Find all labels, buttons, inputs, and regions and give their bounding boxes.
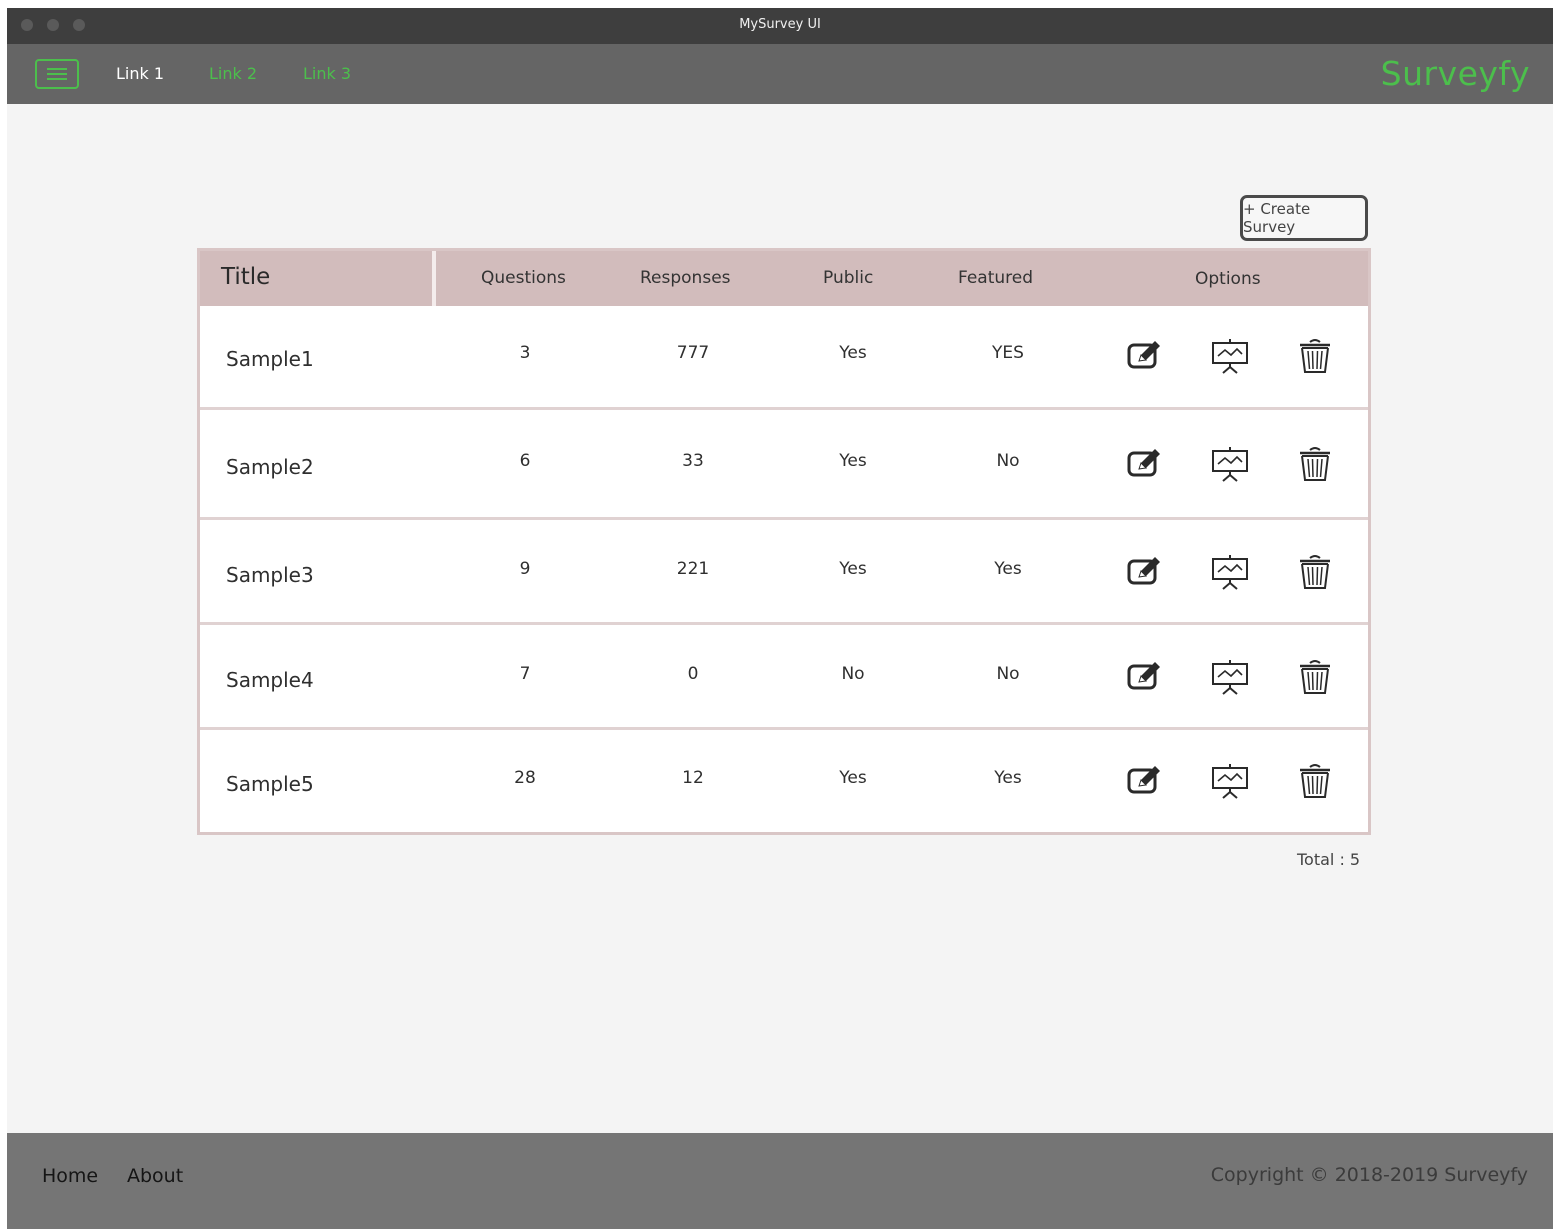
brand-logo[interactable]: Surveyfy [1381, 54, 1530, 93]
questions-cell: 3 [519, 343, 531, 363]
nav-link-2[interactable]: Link 2 [209, 64, 257, 83]
window-title: MySurvey UI [739, 17, 821, 32]
app-window: MySurvey UI Link 1 Link 2 Link 3 Surveyf… [7, 8, 1553, 1229]
public-cell: No [841, 664, 865, 684]
presentation-chart-icon[interactable] [1210, 761, 1250, 801]
table-row: Sample5 28 12 Yes Yes [200, 727, 1368, 831]
header-divider [432, 251, 436, 306]
edit-icon[interactable] [1125, 761, 1165, 801]
survey-title-cell: Sample5 [226, 772, 314, 796]
presentation-chart-icon[interactable] [1210, 552, 1250, 592]
responses-cell: 221 [676, 559, 710, 579]
questions-cell: 9 [519, 559, 531, 579]
table-row: Sample1 3 777 Yes YES [200, 306, 1368, 407]
survey-title-cell: Sample4 [226, 668, 314, 692]
header-featured: Featured [958, 268, 1034, 288]
hamburger-icon[interactable] [35, 59, 79, 89]
edit-icon[interactable] [1125, 657, 1165, 697]
header-title: Title [221, 264, 271, 290]
table-row: Sample3 9 221 Yes Yes [200, 517, 1368, 622]
survey-title-cell: Sample3 [226, 563, 314, 587]
public-cell: Yes [839, 768, 867, 788]
create-survey-button[interactable]: + Create Survey [1240, 195, 1368, 241]
presentation-chart-icon[interactable] [1210, 444, 1250, 484]
edit-icon[interactable] [1125, 336, 1165, 376]
footer-home-link[interactable]: Home [42, 1165, 98, 1187]
trash-icon[interactable] [1295, 444, 1335, 484]
responses-cell: 0 [687, 664, 699, 684]
nav-link-3[interactable]: Link 3 [303, 64, 351, 83]
public-cell: Yes [839, 343, 867, 363]
featured-cell: Yes [994, 559, 1022, 579]
featured-cell: YES [992, 343, 1024, 363]
surveys-table: Title Questions Responses Public Feature… [197, 248, 1371, 835]
trash-icon[interactable] [1295, 552, 1335, 592]
header-public: Public [823, 268, 874, 288]
footer: Home About Copyright © 2018-2019 Surveyf… [7, 1133, 1553, 1229]
questions-cell: 7 [519, 664, 531, 684]
questions-cell: 6 [519, 451, 531, 471]
public-cell: Yes [839, 559, 867, 579]
presentation-chart-icon[interactable] [1210, 657, 1250, 697]
nav-link-1[interactable]: Link 1 [116, 64, 164, 83]
public-cell: Yes [839, 451, 867, 471]
survey-title-cell: Sample2 [226, 455, 314, 479]
featured-cell: Yes [994, 768, 1022, 788]
responses-cell: 777 [676, 343, 710, 363]
table-header: Title Questions Responses Public Feature… [200, 251, 1368, 306]
trash-icon[interactable] [1295, 761, 1335, 801]
edit-icon[interactable] [1125, 552, 1165, 592]
featured-cell: No [996, 451, 1020, 471]
window-titlebar: MySurvey UI [7, 8, 1553, 44]
questions-cell: 28 [514, 768, 536, 788]
total-count: Total : 5 [1297, 850, 1361, 869]
trash-icon[interactable] [1295, 657, 1335, 697]
table-row: Sample2 6 33 Yes No [200, 407, 1368, 517]
header-questions: Questions [481, 268, 566, 288]
header-responses: Responses [640, 268, 731, 288]
footer-about-link[interactable]: About [127, 1165, 183, 1187]
presentation-chart-icon[interactable] [1210, 336, 1250, 376]
survey-title-cell: Sample1 [226, 347, 314, 371]
featured-cell: No [996, 664, 1020, 684]
trash-icon[interactable] [1295, 336, 1335, 376]
copyright-text: Copyright © 2018-2019 Surveyfy [1210, 1164, 1528, 1186]
responses-cell: 33 [682, 451, 704, 471]
table-row: Sample4 7 0 No No [200, 622, 1368, 727]
responses-cell: 12 [682, 768, 704, 788]
top-navbar: Link 1 Link 2 Link 3 Surveyfy [7, 44, 1553, 104]
edit-icon[interactable] [1125, 444, 1165, 484]
header-options: Options [1195, 269, 1261, 289]
